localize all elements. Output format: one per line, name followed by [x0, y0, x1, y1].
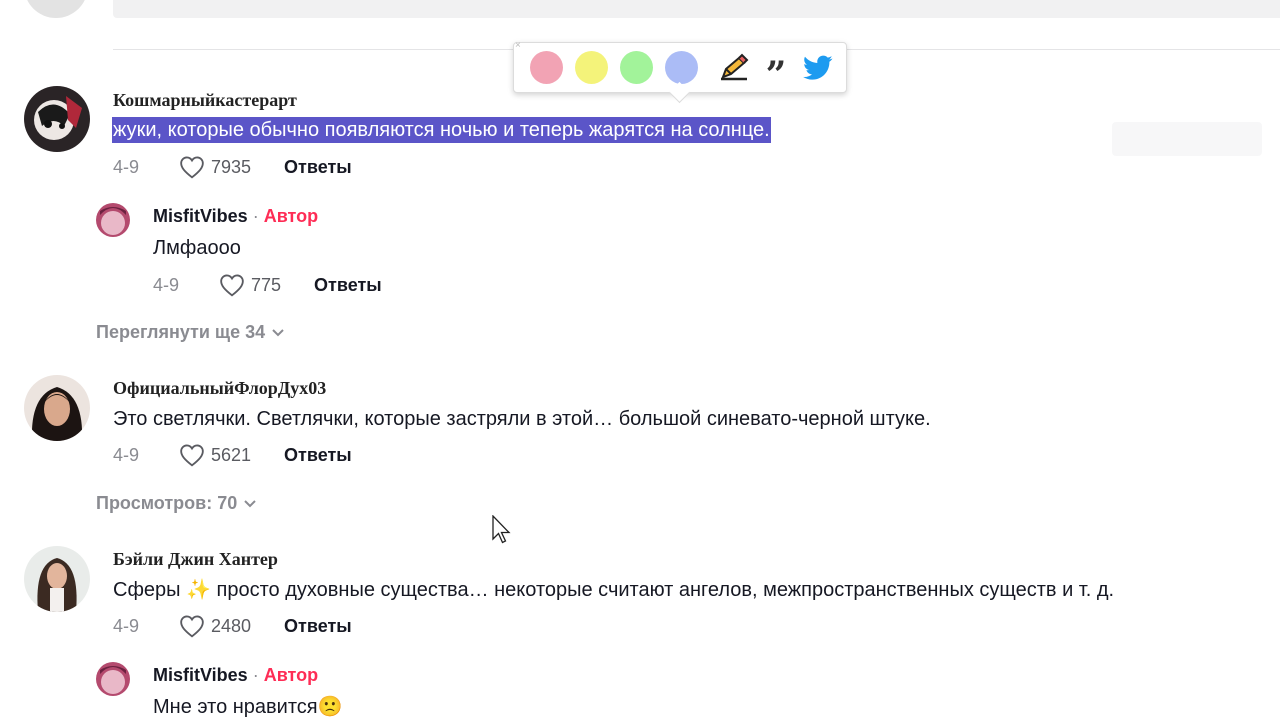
twitter-icon[interactable] — [800, 50, 836, 86]
like-button[interactable]: 775 — [219, 273, 281, 297]
current-user-avatar — [24, 0, 88, 18]
comment-meta: 4-9 7935 Ответы — [113, 155, 352, 179]
reply-text-part: Мне это нравится — [153, 696, 318, 718]
view-more-replies[interactable]: Просмотров: 70 — [96, 493, 257, 514]
comment-meta: 4-9 2480 Ответы — [113, 614, 352, 638]
highlight-blue-button[interactable] — [665, 51, 698, 84]
avatar[interactable] — [96, 203, 130, 237]
reply-button[interactable]: Ответы — [314, 275, 382, 296]
author-badge: Автор — [263, 206, 319, 226]
comment-text: Это светлячки. Светлячки, которые застря… — [113, 408, 931, 430]
pen-icon[interactable] — [716, 50, 752, 86]
reply-button[interactable]: Ответы — [284, 616, 352, 637]
reply-button[interactable]: Ответы — [284, 157, 352, 178]
comments-page: × ” Кошмарныйкастерарт жуки, которые обы… — [0, 0, 1280, 720]
sparkles-icon: ✨ — [186, 579, 211, 601]
reply-date: 4-9 — [153, 274, 180, 295]
heart-icon — [180, 156, 204, 179]
like-button[interactable]: 5621 — [179, 443, 251, 467]
highlight-pink-button[interactable] — [530, 51, 563, 84]
comment-username[interactable]: ОфициальныйФлорДух03 — [113, 378, 326, 399]
avatar[interactable] — [96, 662, 130, 696]
comment-meta: 4-9 5621 Ответы — [113, 443, 352, 467]
comment-date: 4-9 — [113, 615, 140, 636]
view-more-label: Переглянути ще 34 — [96, 322, 266, 342]
reply-username-row: MisfitVibes · Автор — [153, 206, 318, 227]
comment-date: 4-9 — [113, 444, 140, 465]
separator: · — [247, 665, 264, 685]
reply-username[interactable]: MisfitVibes — [153, 206, 248, 226]
heart-icon — [220, 274, 244, 297]
separator: · — [247, 206, 264, 226]
highlight-toolbar: × ” — [513, 40, 847, 93]
like-button[interactable]: 2480 — [179, 614, 251, 638]
comment-text: жуки, которые обычно появляются ночью и … — [112, 117, 771, 143]
author-badge: Автор — [263, 665, 319, 685]
comment-date: 4-9 — [113, 156, 140, 177]
reply-username[interactable]: MisfitVibes — [153, 665, 248, 685]
avatar[interactable] — [24, 546, 90, 612]
highlight-green-button[interactable] — [620, 51, 653, 84]
comment-username[interactable]: Бэйли Джин Хантер — [113, 549, 278, 570]
reply-username-row: MisfitVibes · Автор — [153, 665, 318, 686]
highlight-yellow-button[interactable] — [575, 51, 608, 84]
comment-text-part: просто духовные существа… некоторые счит… — [210, 579, 1115, 601]
comment-username[interactable]: Кошмарныйкастерарт — [113, 90, 297, 111]
comment-input[interactable] — [113, 0, 1280, 18]
comment-text-part: Сферы — [113, 579, 187, 601]
frowning-face-icon: 🙁 — [317, 696, 343, 718]
like-count: 7935 — [211, 156, 252, 177]
view-more-label: Просмотров: 70 — [96, 493, 238, 513]
like-button[interactable]: 7935 — [179, 155, 251, 179]
reply-text: Мне это нравится🙁 — [153, 694, 343, 720]
like-count: 5621 — [211, 444, 252, 465]
chevron-down-icon — [244, 499, 256, 507]
quote-icon[interactable]: ” — [758, 50, 794, 93]
avatar[interactable] — [24, 86, 90, 152]
reply-meta: 4-9 775 Ответы — [153, 273, 382, 297]
like-count: 2480 — [211, 615, 252, 636]
view-more-replies[interactable]: Переглянути ще 34 — [96, 322, 285, 343]
chevron-down-icon — [272, 328, 284, 336]
heart-icon — [180, 444, 204, 467]
mouse-cursor-icon — [492, 514, 512, 550]
heart-icon — [180, 615, 204, 638]
close-icon[interactable]: × — [515, 40, 521, 51]
comment-text: Сферы ✨ просто духовные существа… некото… — [113, 577, 1114, 603]
follow-button[interactable] — [1112, 122, 1262, 156]
reply-button[interactable]: Ответы — [284, 445, 352, 466]
like-count: 775 — [251, 274, 282, 295]
avatar[interactable] — [24, 375, 90, 441]
reply-text: Лмфаооо — [153, 237, 241, 259]
